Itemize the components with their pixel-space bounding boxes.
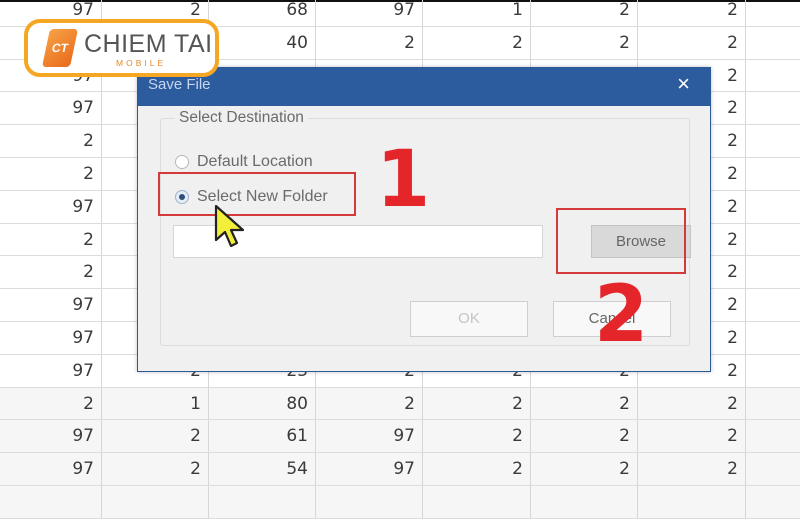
table-row bbox=[0, 485, 800, 519]
table-cell[interactable] bbox=[746, 191, 800, 223]
table-cell[interactable]: 97 bbox=[316, 0, 423, 26]
table-cell[interactable]: 97 bbox=[0, 289, 102, 321]
table-cell[interactable]: 80 bbox=[209, 387, 316, 420]
table-cell[interactable] bbox=[746, 158, 800, 190]
table-cell[interactable]: 61 bbox=[209, 420, 316, 453]
mouse-cursor-icon bbox=[214, 204, 245, 248]
table-cell[interactable]: 2 bbox=[531, 0, 638, 26]
table-cell[interactable] bbox=[531, 485, 638, 518]
table-cell[interactable]: 1 bbox=[423, 0, 531, 26]
table-cell[interactable]: 2 bbox=[531, 26, 638, 59]
table-cell[interactable]: 2 bbox=[316, 387, 423, 420]
table-cell[interactable]: 68 bbox=[209, 0, 316, 26]
table-cell[interactable]: 97 bbox=[0, 354, 102, 387]
step-number-2: 2 bbox=[594, 270, 649, 360]
step-number-1: 1 bbox=[376, 135, 431, 225]
table-cell[interactable] bbox=[638, 485, 746, 518]
dialog-title: Save File bbox=[148, 76, 211, 93]
table-cell[interactable] bbox=[746, 0, 800, 26]
radio-button[interactable] bbox=[175, 155, 189, 169]
table-cell[interactable] bbox=[746, 486, 800, 518]
table-row: 2 1 80 2 2 2 2 bbox=[0, 387, 800, 421]
table-cell[interactable]: 2 bbox=[102, 420, 209, 453]
table-cell[interactable]: 97 bbox=[316, 420, 423, 453]
table-cell[interactable] bbox=[423, 485, 531, 518]
table-cell[interactable] bbox=[746, 125, 800, 157]
table-cell[interactable]: 97 bbox=[0, 453, 102, 485]
table-cell[interactable]: 2 bbox=[316, 26, 423, 59]
table-cell[interactable]: 2 bbox=[0, 223, 102, 256]
table-cell[interactable]: 54 bbox=[209, 453, 316, 485]
table-cell[interactable]: 2 bbox=[531, 453, 638, 485]
logo-badge-icon: CT bbox=[41, 29, 79, 67]
table-cell[interactable]: 97 bbox=[0, 321, 102, 354]
table-cell[interactable]: 2 bbox=[638, 453, 746, 485]
highlight-box-step1 bbox=[158, 172, 356, 216]
table-cell[interactable]: 2 bbox=[0, 256, 102, 289]
table-cell[interactable] bbox=[746, 224, 800, 256]
dialog-titlebar[interactable]: Save File × bbox=[138, 68, 710, 106]
table-cell[interactable]: 2 bbox=[0, 125, 102, 157]
table-cell[interactable]: 97 bbox=[0, 92, 102, 125]
table-cell[interactable]: 2 bbox=[638, 420, 746, 453]
table-cell[interactable]: 97 bbox=[316, 453, 423, 485]
table-cell[interactable] bbox=[0, 485, 102, 518]
table-cell[interactable] bbox=[746, 322, 800, 354]
table-cell[interactable]: 40 bbox=[209, 26, 316, 59]
close-icon[interactable]: × bbox=[677, 71, 690, 97]
table-cell[interactable] bbox=[746, 27, 800, 59]
table-cell[interactable] bbox=[746, 388, 800, 420]
table-cell[interactable]: 97 bbox=[0, 190, 102, 223]
table-cell[interactable] bbox=[746, 289, 800, 321]
table-cell[interactable]: 2 bbox=[531, 420, 638, 453]
table-cell[interactable]: 2 bbox=[638, 0, 746, 26]
table-cell[interactable] bbox=[746, 92, 800, 124]
table-cell[interactable]: 2 bbox=[638, 387, 746, 420]
logo-name: CHIEM TAI bbox=[84, 30, 213, 58]
radio-label: Default Location bbox=[197, 153, 313, 170]
table-row: 97 2 54 97 2 2 2 bbox=[0, 453, 800, 486]
table-cell[interactable] bbox=[316, 485, 423, 518]
highlight-box-step2 bbox=[556, 208, 686, 274]
chiem-tai-logo: CT CHIEM TAI MOBILE bbox=[24, 19, 219, 77]
logo-tagline: MOBILE bbox=[116, 58, 167, 68]
ok-button[interactable]: OK bbox=[410, 301, 528, 337]
table-cell[interactable] bbox=[102, 485, 209, 518]
table-cell[interactable]: 2 bbox=[0, 387, 102, 420]
table-cell[interactable] bbox=[209, 485, 316, 518]
table-cell[interactable]: 2 bbox=[638, 26, 746, 59]
table-cell[interactable] bbox=[746, 60, 800, 92]
table-cell[interactable]: 2 bbox=[531, 387, 638, 420]
table-cell[interactable]: 97 bbox=[0, 420, 102, 453]
table-cell[interactable]: 1 bbox=[102, 387, 209, 420]
table-cell[interactable] bbox=[746, 420, 800, 452]
group-label: Select Destination bbox=[175, 109, 308, 127]
table-row: 97 2 61 97 2 2 2 bbox=[0, 420, 800, 454]
table-cell[interactable]: 2 bbox=[423, 26, 531, 59]
radio-default-location[interactable]: Default Location bbox=[175, 153, 313, 171]
table-cell[interactable]: 2 bbox=[102, 453, 209, 485]
table-cell[interactable]: 2 bbox=[423, 420, 531, 453]
table-cell[interactable]: 2 bbox=[423, 387, 531, 420]
table-cell[interactable]: 2 bbox=[423, 453, 531, 485]
table-cell[interactable] bbox=[746, 256, 800, 288]
table-cell[interactable]: 2 bbox=[0, 157, 102, 190]
table-cell[interactable] bbox=[746, 453, 800, 485]
table-cell[interactable] bbox=[746, 355, 800, 387]
